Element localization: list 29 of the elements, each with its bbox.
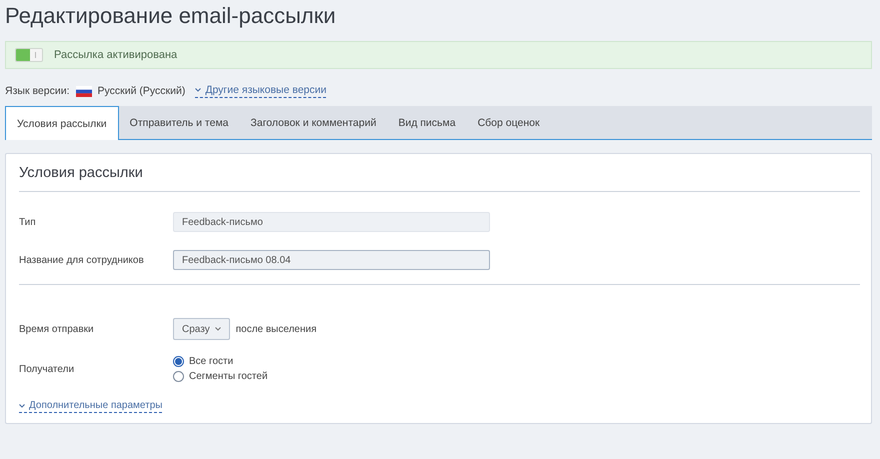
- flag-icon: [76, 86, 92, 96]
- field-label: Время отправки: [19, 324, 95, 334]
- dropdown[interactable]: Сразу: [173, 318, 230, 340]
- field-label: Получатели: [19, 363, 76, 377]
- field-label: Название для сотрудников: [19, 254, 145, 266]
- page-title: Редактирование email-рассылки: [5, 3, 337, 29]
- radio-button[interactable]: [173, 371, 184, 382]
- tab[interactable]: Вид письма: [387, 106, 467, 139]
- status-text: Рассылка активирована: [54, 49, 178, 61]
- language-name: Русский (Русский): [98, 85, 186, 97]
- tab[interactable]: Условия рассылки: [5, 106, 119, 140]
- chevron-down-icon: [195, 88, 202, 92]
- radio-label[interactable]: Все гости: [189, 356, 234, 367]
- toggle-switch[interactable]: [15, 48, 43, 62]
- input-field[interactable]: Feedback-письмо 08.04: [173, 250, 490, 270]
- field-label: Язык версии:: [5, 85, 70, 97]
- chevron-down-icon: [19, 404, 25, 408]
- field-suffix: после выселения: [236, 324, 317, 334]
- chevron-down-icon: [214, 327, 221, 331]
- radio-label[interactable]: Сегменты гостей: [189, 371, 268, 382]
- tab[interactable]: Заголовок и комментарий: [240, 106, 388, 139]
- tab[interactable]: Сбор оценок: [466, 106, 551, 139]
- radio-button[interactable]: [173, 356, 184, 367]
- more-options-link[interactable]: Дополнительные параметры: [19, 400, 162, 413]
- readonly-field: Feedback-письмо: [173, 212, 490, 232]
- languages-link[interactable]: Другие языковые версии: [195, 84, 326, 98]
- section-title: Условия рассылки: [19, 154, 860, 192]
- field-label: Тип: [19, 216, 37, 228]
- tab[interactable]: Отправитель и тема: [118, 106, 240, 139]
